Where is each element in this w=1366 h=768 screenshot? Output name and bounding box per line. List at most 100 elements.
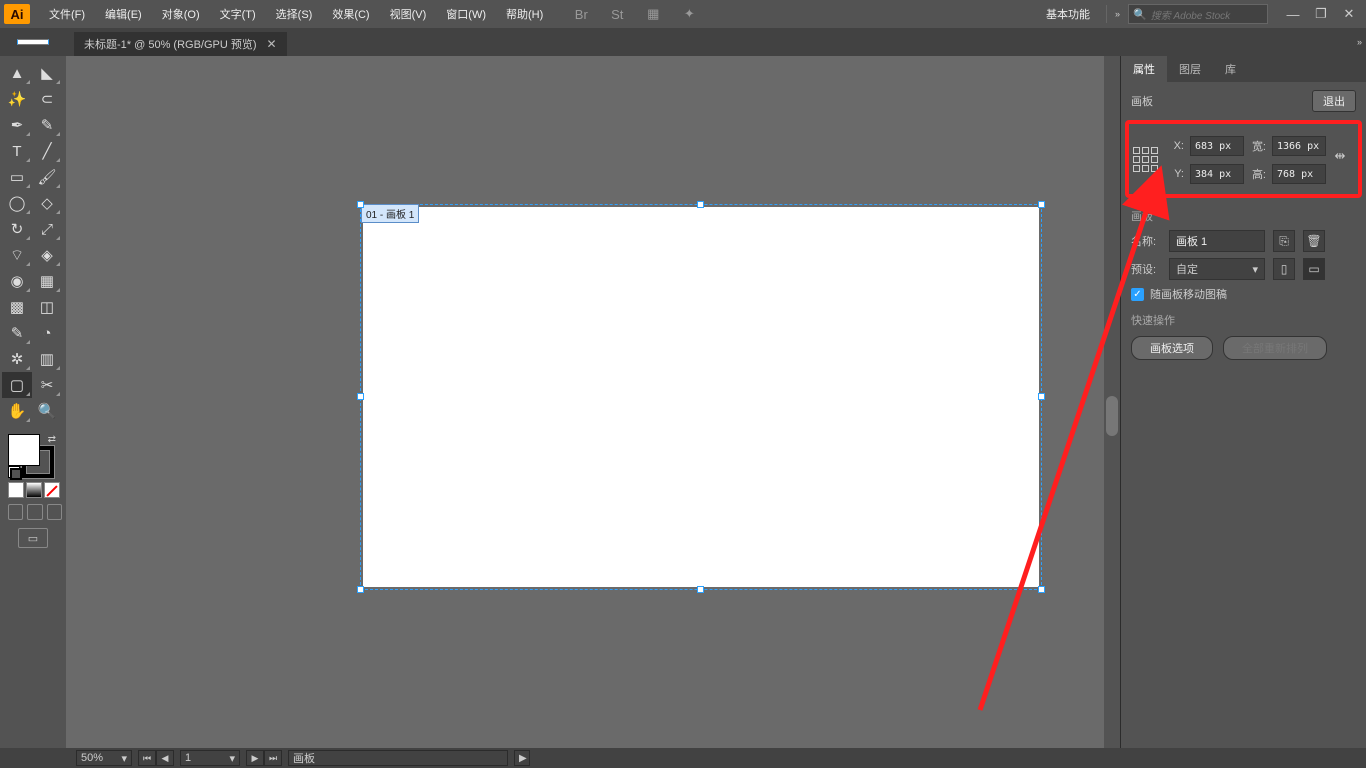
tool-lasso[interactable]: ⊂ (32, 86, 62, 112)
tool-eyedropper[interactable]: ✎ (2, 320, 32, 346)
delete-artboard-button[interactable]: 🗑 (1303, 230, 1325, 252)
scrollbar-thumb[interactable] (1106, 396, 1118, 436)
color-mode-gradient[interactable] (26, 482, 42, 498)
tool-selection[interactable]: ▲ (2, 60, 32, 86)
document-tab[interactable]: 未标题-1* @ 50% (RGB/GPU 预览) ✕ (74, 32, 287, 56)
gpu-icon[interactable]: ✦ (680, 5, 698, 23)
draw-normal-icon[interactable] (8, 504, 23, 520)
orientation-portrait-button[interactable]: ▯ (1273, 258, 1295, 280)
menu-type[interactable]: 文字(T) (211, 2, 265, 26)
handle-mid-left[interactable] (357, 393, 364, 400)
tool-curvature[interactable]: ✎ (32, 112, 62, 138)
arrange-icon[interactable]: ▦ (644, 5, 662, 23)
menu-effect[interactable]: 效果(C) (323, 2, 378, 26)
menu-edit[interactable]: 编辑(E) (96, 2, 151, 26)
artboard[interactable] (363, 207, 1039, 587)
handle-top-right[interactable] (1038, 201, 1045, 208)
search-adobe-stock[interactable]: 🔍 搜索 Adobe Stock (1128, 4, 1268, 24)
bridge-icon[interactable]: Br (572, 5, 590, 23)
tool-type[interactable]: T (2, 138, 32, 164)
width-input[interactable]: 1366 px (1272, 136, 1326, 156)
artboard-name-input[interactable]: 画板 1 (1169, 230, 1265, 252)
preset-dropdown[interactable]: 自定▾ (1169, 258, 1265, 280)
tool-perspective[interactable]: ▦ (32, 268, 62, 294)
tool-mesh[interactable]: ▩ (2, 294, 32, 320)
tool-gradient[interactable]: ◫ (32, 294, 62, 320)
tool-scale[interactable]: ⤢ (32, 216, 62, 242)
workspace-switcher[interactable]: 基本功能 (1040, 2, 1096, 26)
artboard-number[interactable]: 1▾ (180, 750, 240, 766)
fill-color[interactable] (8, 434, 40, 466)
exit-artboard-button[interactable]: 退出 (1312, 90, 1356, 112)
swap-fill-stroke-icon[interactable]: ⇄ (48, 434, 56, 445)
tab-layers[interactable]: 图层 (1167, 56, 1213, 82)
new-artboard-button[interactable]: ⎘ (1273, 230, 1295, 252)
menu-help[interactable]: 帮助(H) (497, 2, 552, 26)
tool-zoom[interactable]: 🔍 (32, 398, 62, 424)
handle-bottom-mid[interactable] (697, 586, 704, 593)
window-close[interactable]: ✕ (1342, 7, 1356, 21)
last-artboard-button[interactable]: ⏭ (264, 750, 282, 766)
artboard-options-button[interactable]: 画板选项 (1131, 336, 1213, 360)
status-menu-button[interactable]: ▶ (514, 750, 530, 766)
draw-inside-icon[interactable] (47, 504, 62, 520)
handle-bottom-right[interactable] (1038, 586, 1045, 593)
menu-window[interactable]: 窗口(W) (437, 2, 495, 26)
menu-object[interactable]: 对象(O) (153, 2, 209, 26)
handle-top-mid[interactable] (697, 201, 704, 208)
tab-libraries[interactable]: 库 (1213, 56, 1248, 82)
screen-mode-button[interactable]: ▭ (18, 528, 48, 548)
tool-shape-builder[interactable]: ◉ (2, 268, 32, 294)
rearrange-all-button[interactable]: 全部重新排列 (1223, 336, 1327, 360)
prev-artboard-button[interactable]: ◀ (156, 750, 174, 766)
tool-magic-wand[interactable]: ✨ (2, 86, 32, 112)
window-minimize[interactable]: — (1286, 7, 1300, 21)
draw-behind-icon[interactable] (27, 504, 42, 520)
reference-point-grid[interactable] (1133, 147, 1158, 172)
x-input[interactable]: 683 px (1190, 136, 1244, 156)
handle-mid-right[interactable] (1038, 393, 1045, 400)
move-artwork-checkbox[interactable]: ✓ (1131, 288, 1144, 301)
tool-eraser[interactable]: ◇ (32, 190, 62, 216)
tool-symbol-sprayer[interactable]: ✲ (2, 346, 32, 372)
tool-line[interactable]: ╱ (32, 138, 62, 164)
tool-blend[interactable]: ◔ (32, 320, 62, 346)
artboard-selection[interactable]: 01 - 画板 1 (360, 204, 1042, 590)
tool-rectangle[interactable]: ▭ (2, 164, 32, 190)
stock-icon[interactable]: St (608, 5, 626, 23)
vertical-scrollbar[interactable] (1104, 56, 1120, 748)
color-mode-none[interactable] (44, 482, 60, 498)
panel-collapse-icon[interactable]: » (1357, 37, 1362, 47)
color-mode-solid[interactable] (8, 482, 24, 498)
document-tab-close[interactable]: ✕ (267, 37, 277, 51)
toolbox-handle-icon[interactable] (17, 39, 49, 45)
tab-properties[interactable]: 属性 (1121, 56, 1167, 82)
tool-pen[interactable]: ✒ (2, 112, 32, 138)
tool-hand[interactable]: ✋ (2, 398, 32, 424)
orientation-landscape-button[interactable]: ▭ (1303, 258, 1325, 280)
next-artboard-button[interactable]: ▶ (246, 750, 264, 766)
default-fill-stroke-icon[interactable] (8, 466, 20, 478)
first-artboard-button[interactable]: ⏮ (138, 750, 156, 766)
tool-column-graph[interactable]: ▥ (32, 346, 62, 372)
height-input[interactable]: 768 px (1272, 164, 1326, 184)
link-wh-icon[interactable]: ⇹ (1332, 144, 1348, 168)
window-maximize[interactable]: ❐ (1314, 7, 1328, 21)
tool-rotate[interactable]: ↻ (2, 216, 32, 242)
artboard-label[interactable]: 01 - 画板 1 (361, 204, 419, 223)
zoom-level[interactable]: 50%▾ (76, 750, 132, 766)
handle-bottom-left[interactable] (357, 586, 364, 593)
menu-select[interactable]: 选择(S) (267, 2, 322, 26)
tool-width[interactable]: ⌔ (2, 242, 32, 268)
handle-top-left[interactable] (357, 201, 364, 208)
y-input[interactable]: 384 px (1190, 164, 1244, 184)
tool-artboard[interactable]: ▢ (2, 372, 32, 398)
tool-slice[interactable]: ✂ (32, 372, 62, 398)
fill-stroke-swatch[interactable]: ⇄ (8, 434, 58, 478)
tool-free-transform[interactable]: ◈ (32, 242, 62, 268)
tool-direct-selection[interactable]: ◣ (32, 60, 62, 86)
menu-file[interactable]: 文件(F) (40, 2, 94, 26)
menu-view[interactable]: 视图(V) (381, 2, 436, 26)
tool-shaper[interactable]: ◯ (2, 190, 32, 216)
tool-paintbrush[interactable]: 🖌 (32, 164, 62, 190)
